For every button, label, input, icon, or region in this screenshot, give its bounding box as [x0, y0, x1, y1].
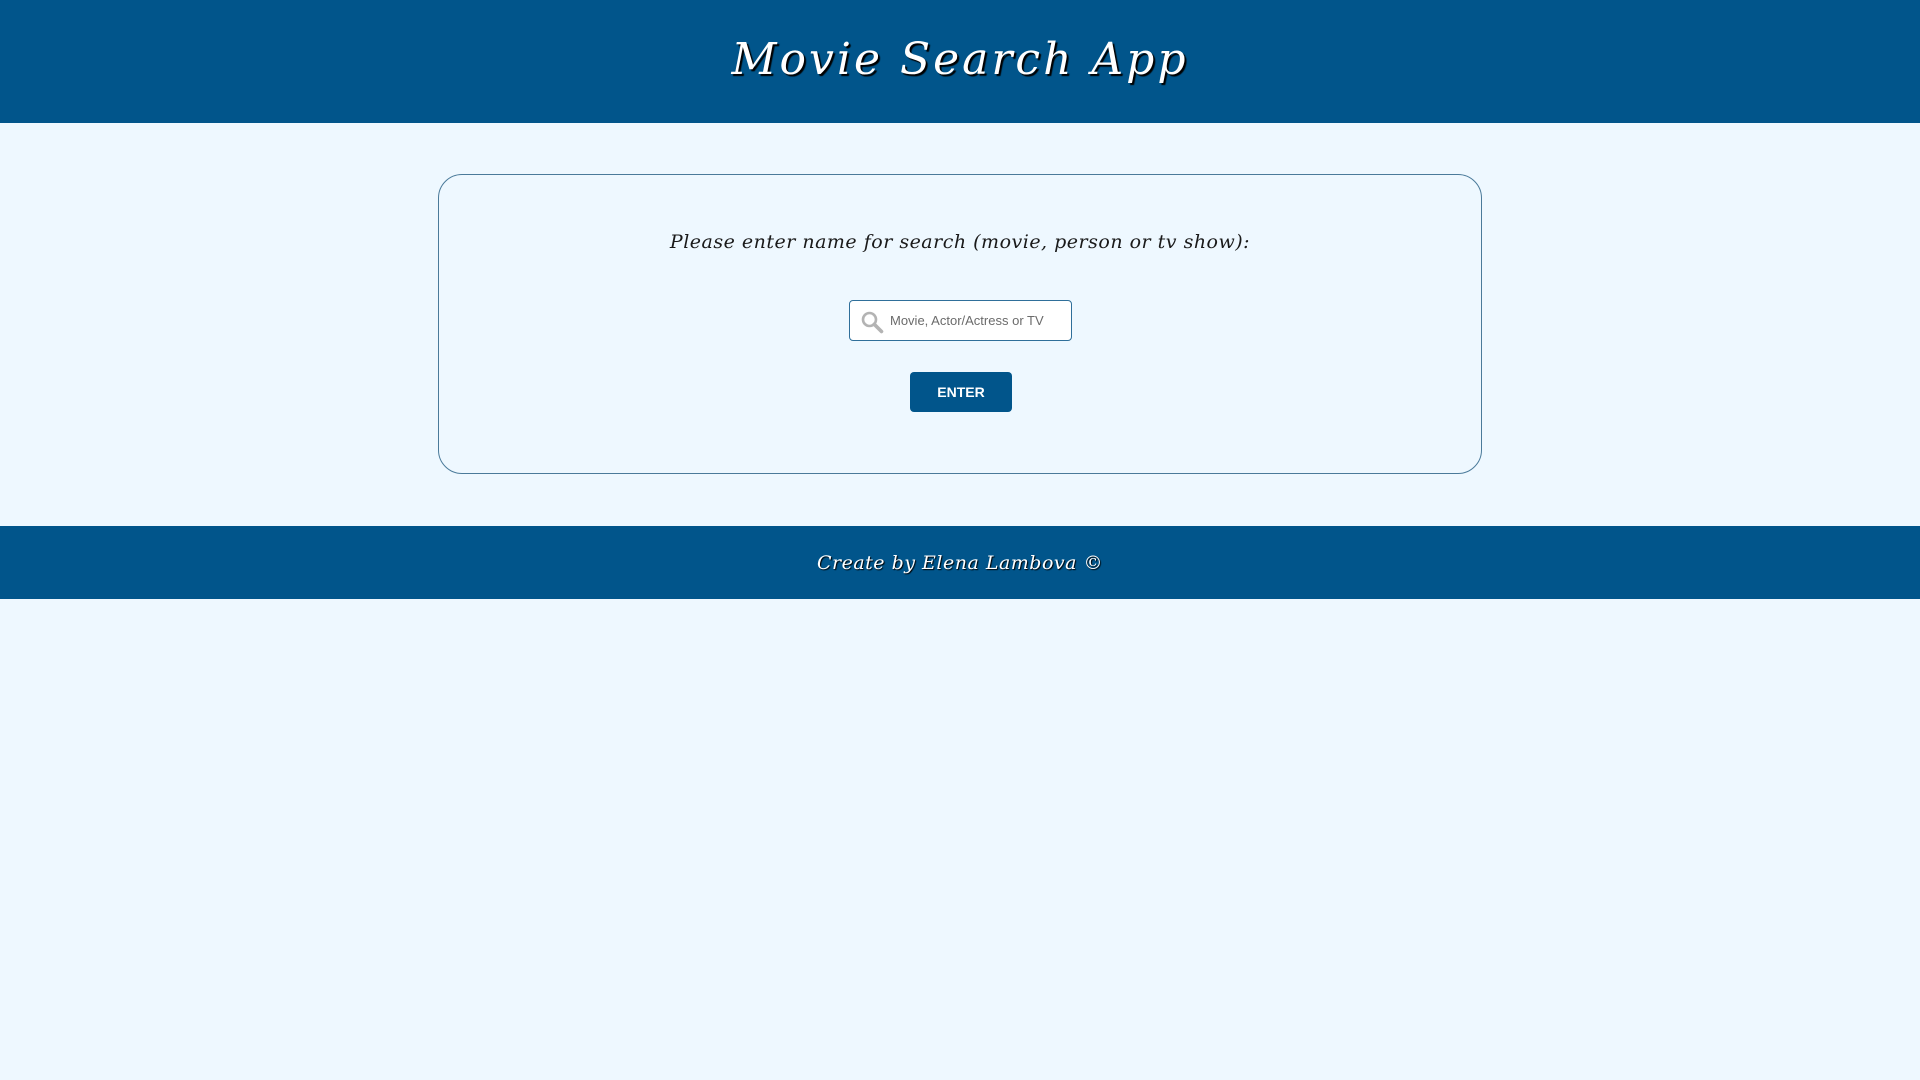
search-card: Please enter name for search (movie, per…: [438, 174, 1482, 474]
app-footer: Create by Elena Lambova ©: [0, 526, 1920, 599]
app-title: Movie Search App: [731, 34, 1189, 85]
search-box[interactable]: [849, 300, 1072, 341]
enter-button[interactable]: ENTER: [910, 372, 1012, 412]
search-input[interactable]: [890, 301, 1068, 340]
search-prompt: Please enter name for search (movie, per…: [669, 231, 1251, 253]
footer-credit: Create by Elena Lambova ©: [816, 551, 1103, 574]
search-icon: [861, 311, 884, 334]
app-header: Movie Search App: [0, 0, 1920, 123]
